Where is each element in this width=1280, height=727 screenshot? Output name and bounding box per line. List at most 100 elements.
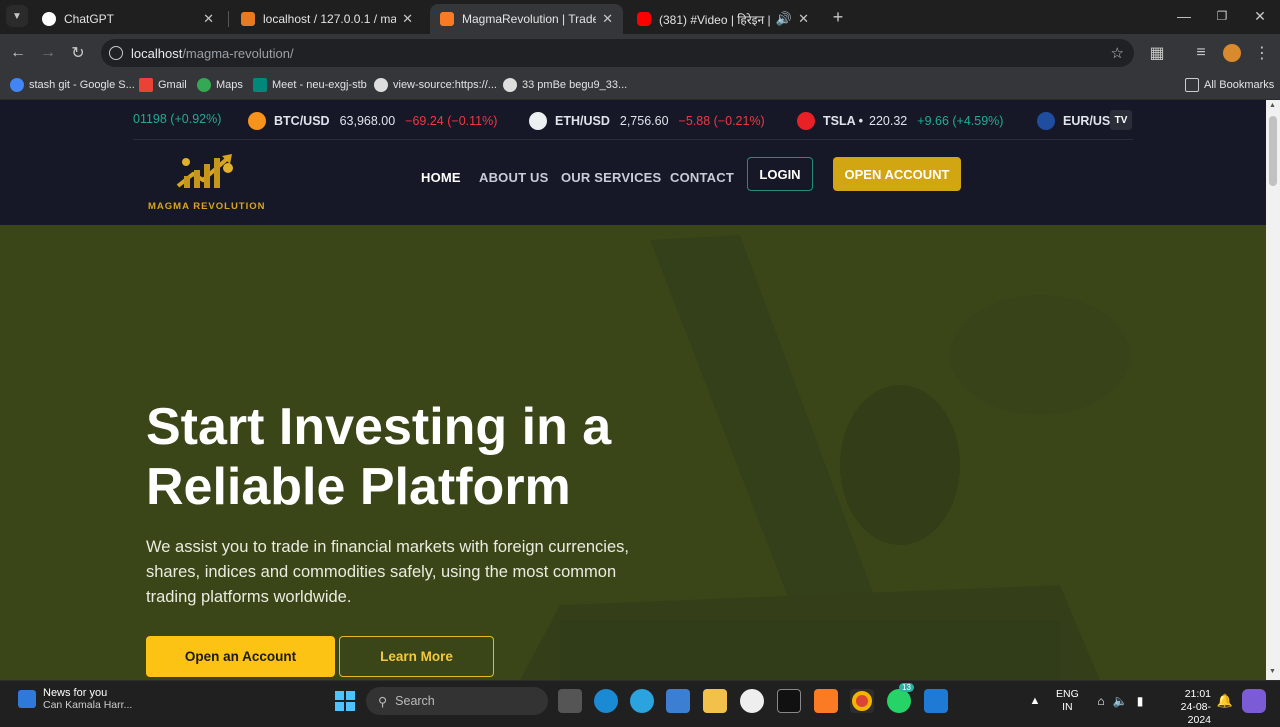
profile-avatar[interactable] xyxy=(1220,41,1244,65)
open-an-account-button[interactable]: Open an Account xyxy=(146,636,335,677)
tab-magmarevolution[interactable]: MagmaRevolution | Trade and C ✕ xyxy=(430,4,623,34)
globe-icon xyxy=(503,78,517,92)
url-text: localhost/magma-revolution/ xyxy=(131,45,294,61)
chrome-taskbar-icon[interactable] xyxy=(850,689,874,713)
speaker-icon[interactable]: 🔊 xyxy=(776,11,792,27)
extensions-icon[interactable]: ▦ xyxy=(1145,41,1169,65)
bookmark-stash-git[interactable]: stash git - Google S... xyxy=(10,78,135,92)
browser-tab-strip: ▼ ChatGPT ✕ localhost / 127.0.0.1 / magm… xyxy=(0,0,1280,34)
vscode-icon[interactable] xyxy=(924,689,948,713)
login-button[interactable]: LOGIN xyxy=(747,157,813,191)
ethereum-icon xyxy=(529,112,547,130)
maximize-icon[interactable]: ❐ xyxy=(1210,4,1234,28)
notification-bell-icon[interactable]: 🔔 xyxy=(1213,689,1237,713)
app-icon[interactable] xyxy=(740,689,764,713)
bookmark-view-source[interactable]: view-source:https://... xyxy=(374,78,497,92)
news-icon xyxy=(18,690,36,708)
bitcoin-icon xyxy=(248,112,266,130)
logo-icon xyxy=(176,154,233,188)
nav-about-us[interactable]: ABOUT US xyxy=(479,170,549,185)
tab-chatgpt[interactable]: ChatGPT ✕ xyxy=(32,4,224,34)
ticker-tape: 01198 (+0.92%) BTC/USD 63,968.00 −69.24 … xyxy=(133,100,1133,140)
ticker-item-tsla[interactable]: TSLA • 220.32 +9.66 (+4.59%) xyxy=(797,112,1003,130)
dolby-icon[interactable] xyxy=(777,689,801,713)
news-subtitle: Can Kamala Harr... xyxy=(43,699,133,711)
nav-our-services[interactable]: OUR SERVICES xyxy=(561,170,661,185)
menu-icon[interactable]: ⋮ xyxy=(1250,41,1274,65)
browser-toolbar: ← → ↻ localhost/magma-revolution/ ☆ ▦ ≡ … xyxy=(0,34,1280,72)
xampp-icon xyxy=(440,12,454,26)
hero-description: We assist you to trade in financial mark… xyxy=(146,538,629,606)
windows-start-icon[interactable] xyxy=(333,689,357,713)
bookmark-gmail[interactable]: Gmail xyxy=(139,78,187,92)
tab-search-icon[interactable]: ▼ xyxy=(6,5,28,27)
ticker-item-eurusd[interactable]: EUR/US xyxy=(1037,112,1110,130)
youtube-icon xyxy=(637,12,651,26)
scrollbar-thumb[interactable] xyxy=(1269,116,1277,186)
close-window-icon[interactable]: ✕ xyxy=(1248,4,1272,28)
store-icon[interactable] xyxy=(666,689,690,713)
whatsapp-badge: 13 xyxy=(899,683,914,692)
close-icon[interactable]: ✕ xyxy=(798,11,809,27)
tesla-icon xyxy=(797,112,815,130)
forward-icon[interactable]: → xyxy=(36,41,60,65)
page-scrollbar[interactable]: ▲ ▼ xyxy=(1266,100,1280,680)
battery-icon[interactable]: ▮ xyxy=(1128,689,1152,713)
close-icon[interactable]: ✕ xyxy=(402,11,413,27)
news-widget[interactable]: News for you Can Kamala Harr... xyxy=(18,687,132,711)
tab-title: (381) #Video | हिरेइन | #Ne xyxy=(659,12,770,27)
minimize-icon[interactable]: — xyxy=(1172,4,1196,28)
nav-contact[interactable]: CONTACT xyxy=(670,170,734,185)
telegram-icon[interactable] xyxy=(630,689,654,713)
nav-home[interactable]: HOME xyxy=(421,170,461,185)
bookmark-star-icon[interactable]: ☆ xyxy=(1111,44,1124,62)
scroll-down-arrow-icon[interactable]: ▼ xyxy=(1269,668,1276,675)
language-indicator[interactable]: ENG IN xyxy=(1056,688,1079,714)
file-explorer-icon[interactable] xyxy=(703,689,727,713)
tab-title: ChatGPT xyxy=(64,12,115,26)
hero-title: Start Investing in a Reliable Platform xyxy=(146,398,612,516)
edge-icon[interactable] xyxy=(594,689,618,713)
chevron-up-icon[interactable]: ▲ xyxy=(1023,689,1047,713)
reload-icon[interactable]: ↻ xyxy=(66,41,90,65)
bookmark-maps[interactable]: Maps xyxy=(197,78,243,92)
reading-list-icon[interactable]: ≡ xyxy=(1189,41,1213,65)
taskbar-search[interactable]: ⚲ Search xyxy=(366,687,548,715)
new-tab-icon[interactable]: + xyxy=(826,5,850,29)
site-logo[interactable]: MAGMA REVOLUTION xyxy=(148,144,265,212)
tab-title: localhost / 127.0.0.1 / magmare xyxy=(263,12,397,26)
maps-icon xyxy=(197,78,211,92)
back-icon[interactable]: ← xyxy=(6,41,30,65)
chatgpt-icon xyxy=(42,12,56,26)
bookmark-meet[interactable]: Meet - neu-exgj-stb xyxy=(253,78,367,92)
xampp-taskbar-icon[interactable] xyxy=(814,689,838,713)
web-page: 01198 (+0.92%) BTC/USD 63,968.00 −69.24 … xyxy=(0,100,1266,680)
gmail-icon xyxy=(139,78,153,92)
logo-text: MAGMA REVOLUTION xyxy=(148,201,266,212)
ticker-item-eth[interactable]: ETH/USD 2,756.60 −5.88 (−0.21%) xyxy=(529,112,765,130)
task-view-icon[interactable] xyxy=(558,689,582,713)
close-icon[interactable]: ✕ xyxy=(203,11,214,27)
phpmyadmin-icon xyxy=(241,12,255,26)
open-account-button[interactable]: OPEN ACCOUNT xyxy=(833,157,961,191)
close-icon[interactable]: ✕ xyxy=(602,11,613,27)
tab-phpmyadmin[interactable]: localhost / 127.0.0.1 / magmare ✕ xyxy=(231,4,423,34)
address-bar[interactable]: localhost/magma-revolution/ ☆ xyxy=(101,39,1134,67)
scroll-up-arrow-icon[interactable]: ▲ xyxy=(1269,102,1276,109)
ticker-item[interactable]: 01198 (+0.92%) xyxy=(133,112,221,126)
all-bookmarks[interactable]: All Bookmarks xyxy=(1185,78,1274,92)
whatsapp-icon[interactable]: 13 xyxy=(887,683,914,713)
ticker-item-btc[interactable]: BTC/USD 63,968.00 −69.24 (−0.11%) xyxy=(248,112,497,130)
meet-icon xyxy=(253,78,267,92)
hero-section: Start Investing in a Reliable Platform We… xyxy=(0,225,1266,680)
folder-icon xyxy=(1185,78,1199,92)
tradingview-icon[interactable]: TV xyxy=(1110,110,1132,130)
site-header: MAGMA REVOLUTION HOME ABOUT US OUR SERVI… xyxy=(0,140,1266,225)
tab-youtube[interactable]: (381) #Video | हिरेइन | #Ne 🔊 ✕ xyxy=(627,4,819,34)
bookmark-pmbe[interactable]: 33 pmBe begu9_33... xyxy=(503,78,627,92)
copilot-icon[interactable] xyxy=(1242,689,1266,713)
learn-more-button[interactable]: Learn More xyxy=(339,636,494,677)
clock[interactable]: 21:01 24-08-2024 xyxy=(1159,688,1211,727)
site-info-icon[interactable] xyxy=(109,46,123,60)
search-icon: ⚲ xyxy=(378,694,388,709)
